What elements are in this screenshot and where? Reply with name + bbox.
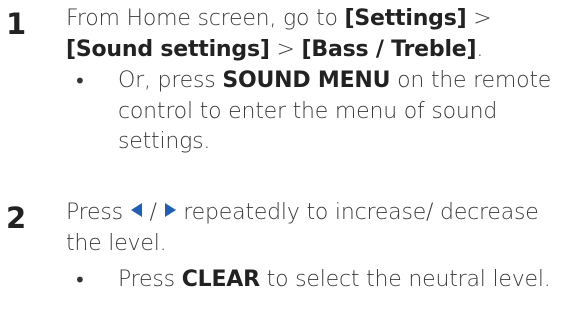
separator-2: > <box>269 36 302 62</box>
bullet-2-prefix: Press <box>118 267 182 292</box>
menu-sound-settings: [Sound settings] <box>66 36 270 62</box>
separator-1: > <box>466 6 492 31</box>
bullet-2-suffix: to select the neutral level. <box>259 267 551 292</box>
step-1-period: . <box>476 36 484 62</box>
step-2-bullet-text: Press CLEAR to select the neutral level. <box>118 265 569 296</box>
step-1-intro: From Home screen, go to <box>66 6 345 31</box>
menu-settings: [Settings] <box>344 6 467 31</box>
step-2-number: 2 <box>6 201 27 235</box>
step-1-text: From Home screen, go to [Settings] > [So… <box>66 4 566 65</box>
right-arrow-icon <box>164 203 176 217</box>
menu-bass-treble: [Bass / Treble] <box>301 36 477 62</box>
step-2-press: Press <box>66 200 130 225</box>
step-1-bullet-text: Or, press SOUND MENU on the remote contr… <box>118 66 569 158</box>
bullet-dot: • <box>74 69 86 93</box>
bullet-dot: • <box>74 268 86 292</box>
step-2-slash: / <box>142 200 164 225</box>
left-arrow-icon <box>130 203 142 217</box>
step-1-number: 1 <box>6 7 27 41</box>
bullet-1-prefix: Or, press <box>118 68 223 93</box>
step-2-text: Press / repeatedly to increase/ decrease… <box>66 198 566 259</box>
key-clear: CLEAR <box>181 267 260 292</box>
key-sound-menu: SOUND MENU <box>222 68 391 93</box>
